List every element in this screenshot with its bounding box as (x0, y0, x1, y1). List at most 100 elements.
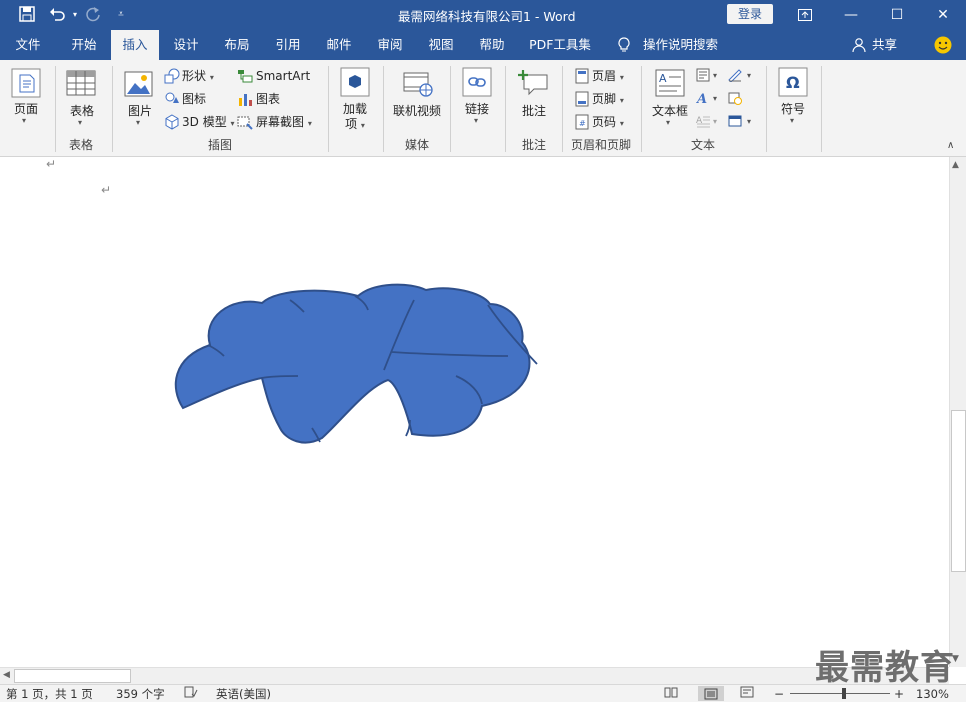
horizontal-scrollbar[interactable] (0, 667, 949, 685)
drop-cap-dropdown-icon[interactable]: ▾ (713, 117, 717, 126)
date-time-icon[interactable] (728, 91, 742, 105)
page-number-button[interactable]: 页码 ▾ (592, 112, 624, 132)
document-canvas[interactable]: ↵ ↵ (0, 157, 948, 667)
scroll-left-arrow-icon[interactable]: ◀ (3, 670, 10, 680)
cloud-shape[interactable] (170, 282, 542, 447)
tab-references[interactable]: 引用 (264, 30, 312, 60)
add-ins-icon[interactable] (340, 67, 370, 97)
proofing-icon[interactable] (184, 686, 198, 702)
smartart-icon[interactable] (237, 68, 253, 84)
word-count[interactable]: 359 个字 (116, 686, 165, 702)
customize-qat-icon[interactable]: ⩡ (112, 6, 130, 24)
scroll-up-arrow-icon[interactable]: ▲ (952, 160, 959, 170)
tab-insert[interactable]: 插入 (111, 30, 159, 60)
footer-button[interactable]: 页脚 ▾ (592, 89, 624, 109)
title-bar: ▾ ⩡ 最需网络科技有限公司1 - Word 登录 — ☐ ✕ (0, 0, 966, 30)
header-icon[interactable] (575, 68, 589, 84)
maximize-icon[interactable]: ☐ (874, 0, 920, 30)
3d-models-button[interactable]: 3D 模型 ▾ (182, 112, 235, 132)
pictures-button[interactable]: 图片 (122, 102, 158, 119)
symbol-dropdown-icon[interactable]: ▾ (790, 116, 794, 125)
tab-file[interactable]: 文件 (6, 30, 50, 60)
quick-parts-dropdown-icon[interactable]: ▾ (713, 71, 717, 80)
zoom-out-icon[interactable]: − (774, 686, 784, 702)
zoom-slider[interactable] (790, 693, 890, 694)
print-layout-icon[interactable] (698, 686, 724, 701)
close-icon[interactable]: ✕ (920, 0, 966, 30)
horizontal-scrollbar-thumb[interactable] (14, 669, 131, 683)
pages-button[interactable]: 页面 (8, 100, 44, 117)
3d-models-icon[interactable] (164, 114, 180, 130)
quick-parts-icon[interactable] (696, 68, 710, 82)
smartart-button[interactable]: SmartArt (256, 66, 310, 86)
header-button[interactable]: 页眉 ▾ (592, 66, 624, 86)
tab-help[interactable]: 帮助 (468, 30, 516, 60)
symbol-button[interactable]: 符号 (774, 100, 812, 117)
link-icon[interactable] (462, 67, 492, 97)
save-icon[interactable] (18, 6, 36, 24)
add-ins-label-2[interactable]: 项 ▾ (336, 115, 374, 132)
comment-icon[interactable] (518, 69, 550, 97)
shapes-button[interactable]: 形状 ▾ (182, 66, 214, 86)
share-button[interactable]: 共享 (872, 30, 897, 60)
table-dropdown-icon[interactable]: ▾ (78, 118, 82, 127)
text-box-dropdown-icon[interactable]: ▾ (666, 118, 670, 127)
drop-cap-icon[interactable]: A (696, 114, 710, 128)
ribbon-display-options-icon[interactable] (782, 0, 828, 30)
read-mode-icon[interactable] (664, 686, 678, 702)
pages-icon[interactable] (10, 67, 42, 99)
share-person-icon[interactable] (852, 37, 868, 53)
redo-icon[interactable] (84, 6, 102, 24)
tab-home[interactable]: 开始 (60, 30, 108, 60)
login-button[interactable]: 登录 (727, 4, 773, 24)
object-icon[interactable] (728, 114, 742, 128)
icons-button[interactable]: 图标 (182, 89, 206, 109)
smiley-feedback-icon[interactable] (934, 36, 952, 54)
chart-icon[interactable] (237, 91, 253, 107)
tab-mailings[interactable]: 邮件 (315, 30, 363, 60)
new-comment-button[interactable]: 批注 (514, 102, 554, 119)
group-separator (766, 66, 767, 152)
wordart-dropdown-icon[interactable]: ▾ (713, 94, 717, 103)
text-box-icon[interactable]: A (655, 69, 685, 97)
signature-line-dropdown-icon[interactable]: ▾ (747, 71, 751, 80)
footer-icon[interactable] (575, 91, 589, 107)
online-video-icon[interactable] (402, 70, 434, 98)
minimize-icon[interactable]: — (828, 0, 874, 30)
table-button[interactable]: 表格 (62, 102, 102, 119)
screenshot-icon[interactable] (237, 114, 253, 130)
undo-icon[interactable] (48, 6, 66, 24)
page-number-icon[interactable]: # (575, 114, 589, 130)
vertical-scrollbar-thumb[interactable] (951, 410, 966, 572)
web-layout-icon[interactable] (740, 686, 754, 702)
shapes-icon[interactable] (164, 68, 180, 84)
online-video-button[interactable]: 联机视频 (389, 102, 445, 119)
pictures-icon[interactable] (124, 70, 154, 98)
pages-dropdown-icon[interactable]: ▾ (22, 116, 26, 125)
icons-icon[interactable] (164, 91, 180, 107)
group-separator (55, 66, 56, 152)
tab-layout[interactable]: 布局 (213, 30, 261, 60)
screenshot-button[interactable]: 屏幕截图 ▾ (256, 112, 312, 132)
tab-view[interactable]: 视图 (417, 30, 465, 60)
tab-design[interactable]: 设计 (162, 30, 210, 60)
link-dropdown-icon[interactable]: ▾ (474, 116, 478, 125)
chart-button[interactable]: 图表 (256, 89, 280, 109)
tab-review[interactable]: 审阅 (366, 30, 414, 60)
text-box-button[interactable]: 文本框 (648, 102, 692, 119)
page-number-label: 页码 (592, 115, 617, 129)
pictures-dropdown-icon[interactable]: ▾ (136, 118, 140, 127)
tell-me-search[interactable]: 操作说明搜索 (643, 30, 718, 60)
signature-line-icon[interactable] (728, 68, 742, 83)
collapse-ribbon-icon[interactable]: ∧ (947, 140, 954, 151)
object-dropdown-icon[interactable]: ▾ (747, 117, 751, 126)
zoom-slider-thumb[interactable] (842, 688, 846, 699)
wordart-icon[interactable]: A (695, 91, 710, 107)
omega-symbol-icon[interactable]: Ω (778, 67, 808, 97)
table-icon[interactable] (66, 70, 98, 98)
link-button[interactable]: 链接 (458, 100, 496, 117)
language[interactable]: 英语(美国) (216, 686, 271, 702)
tab-pdf-tools[interactable]: PDF工具集 (524, 30, 596, 60)
page-count[interactable]: 第 1 页，共 1 页 (6, 686, 93, 702)
undo-dropdown-icon[interactable]: ▾ (66, 6, 84, 24)
